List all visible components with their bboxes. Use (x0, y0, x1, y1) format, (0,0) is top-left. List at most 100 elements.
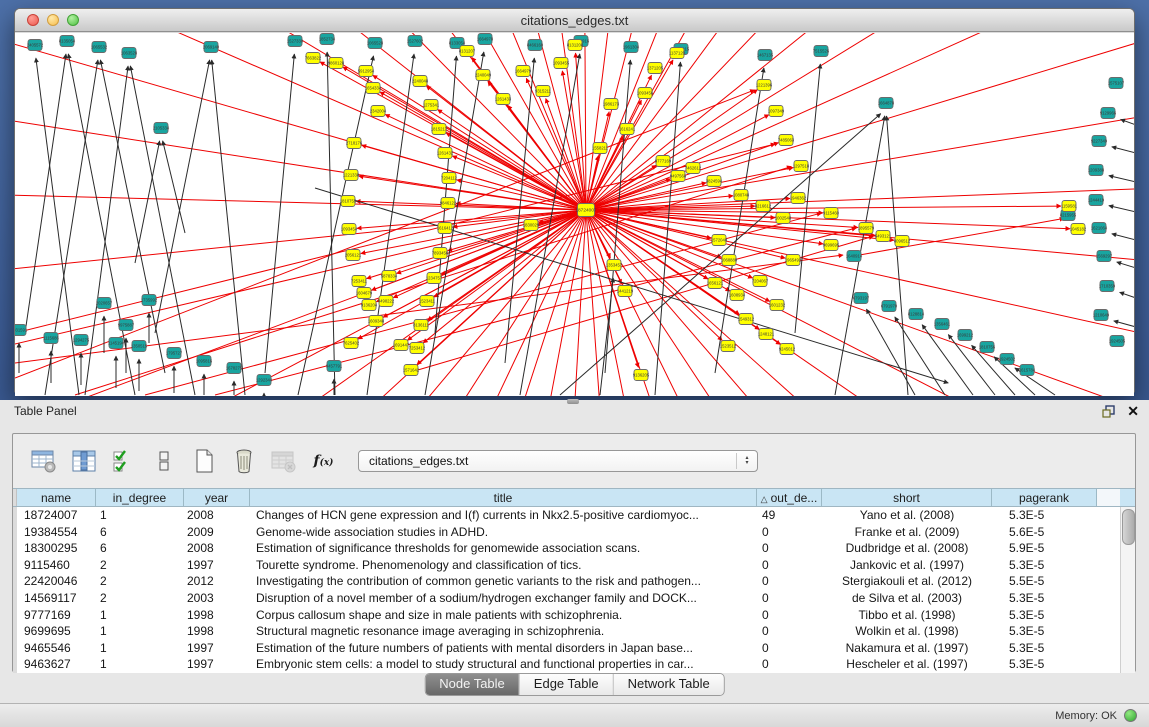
cell-in-degree[interactable]: 6 (96, 540, 184, 557)
column-header-out-de-[interactable]: △out_de... (757, 489, 822, 506)
table-vertical-scrollbar[interactable] (1120, 507, 1135, 673)
cell-in-degree[interactable]: 1 (96, 640, 184, 657)
cell-year[interactable]: 2012 (184, 573, 250, 590)
minimize-window-button[interactable] (47, 14, 59, 26)
cell-pagerank[interactable]: 5.3E-5 (992, 607, 1097, 624)
cell-year[interactable]: 1998 (184, 623, 250, 640)
cell-year[interactable]: 2008 (184, 507, 250, 524)
cell-name[interactable]: 9777169 (17, 607, 96, 624)
cell-title[interactable]: Tourette syndrome. Phenomenology and cla… (250, 557, 757, 574)
panel-resize-handle[interactable] (567, 399, 579, 404)
select-rows-icon[interactable] (110, 448, 137, 475)
cell-pagerank[interactable]: 5.5E-5 (992, 573, 1097, 590)
cell-short[interactable]: Jankovic et al. (1997) (822, 557, 992, 574)
dropdown-stepper-icon[interactable]: ▴▾ (736, 453, 753, 469)
cell-in-degree[interactable]: 2 (96, 557, 184, 574)
delete-entries-icon[interactable] (230, 448, 257, 475)
cell-short[interactable]: de Silva et al. (2003) (822, 590, 992, 607)
cell-out-de-[interactable]: 0 (757, 640, 822, 657)
cell-name[interactable]: 9465546 (17, 640, 96, 657)
cell-out-de-[interactable]: 0 (757, 607, 822, 624)
cell-pagerank[interactable]: 5.6E-5 (992, 524, 1097, 541)
cell-name[interactable]: 18300295 (17, 540, 96, 557)
column-header-year[interactable]: year (184, 489, 250, 506)
table-settings-icon[interactable] (30, 448, 57, 475)
cell-short[interactable]: Tibbo et al. (1998) (822, 607, 992, 624)
tab-node-table[interactable]: Node Table (425, 674, 519, 695)
cell-short[interactable]: Yano et al. (2008) (822, 507, 992, 524)
cell-title[interactable]: Genome-wide association studies in ADHD. (250, 524, 757, 541)
new-table-icon[interactable] (190, 448, 217, 475)
cell-name[interactable]: 19384554 (17, 524, 96, 541)
zoom-window-button[interactable] (67, 14, 79, 26)
cell-pagerank[interactable]: 5.3E-5 (992, 590, 1097, 607)
column-header-pagerank[interactable]: pagerank (992, 489, 1097, 506)
cell-short[interactable]: Franke et al. (2009) (822, 524, 992, 541)
table-row[interactable]: 1456911722003Disruption of a novel membe… (13, 590, 1135, 607)
cell-in-degree[interactable]: 2 (96, 590, 184, 607)
scrollbar-thumb[interactable] (1122, 509, 1135, 545)
cell-title[interactable]: Corpus callosum shape and size in male p… (250, 607, 757, 624)
cell-out-de-[interactable]: 49 (757, 507, 822, 524)
cell-out-de-[interactable]: 0 (757, 656, 822, 673)
function-builder-icon[interactable]: f(x) (310, 448, 337, 475)
column-header-in-degree[interactable]: in_degree (96, 489, 184, 506)
cell-short[interactable]: Hescheler et al. (1997) (822, 656, 992, 673)
table-row[interactable]: 1938455462009Genome-wide association stu… (13, 524, 1135, 541)
cell-out-de-[interactable]: 0 (757, 557, 822, 574)
cell-year[interactable]: 1997 (184, 656, 250, 673)
column-header-title[interactable]: title (250, 489, 757, 506)
cell-in-degree[interactable]: 1 (96, 656, 184, 673)
cell-in-degree[interactable]: 1 (96, 507, 184, 524)
table-selector-dropdown[interactable]: citations_edges.txt▴▾ (358, 450, 758, 472)
table-row[interactable]: 969969511998Structural magnetic resonanc… (13, 623, 1135, 640)
stacked-rows-icon[interactable] (150, 448, 177, 475)
cell-title[interactable]: Embryonic stem cells: a model to study s… (250, 656, 757, 673)
network-canvas[interactable]: 2405572813505410655321063528206914015273… (15, 32, 1134, 396)
column-header-short[interactable]: short (822, 489, 992, 506)
table-row[interactable]: 1830029562008Estimation of significance … (13, 540, 1135, 557)
cell-pagerank[interactable]: 5.3E-5 (992, 623, 1097, 640)
cell-name[interactable]: 14569117 (17, 590, 96, 607)
cell-name[interactable]: 9699695 (17, 623, 96, 640)
cell-in-degree[interactable]: 1 (96, 623, 184, 640)
cell-title[interactable]: Estimation of significance thresholds fo… (250, 540, 757, 557)
column-header-name[interactable]: name (17, 489, 96, 506)
show-columns-icon[interactable] (70, 448, 97, 475)
cell-title[interactable]: Changes of HCN gene expression and I(f) … (250, 507, 757, 524)
cell-short[interactable]: Dudbridge et al. (2008) (822, 540, 992, 557)
cell-in-degree[interactable]: 1 (96, 607, 184, 624)
cell-pagerank[interactable]: 5.3E-5 (992, 656, 1097, 673)
delete-table-icon[interactable] (270, 448, 297, 475)
cell-out-de-[interactable]: 0 (757, 590, 822, 607)
cell-title[interactable]: Estimation of the future numbers of pati… (250, 640, 757, 657)
cell-year[interactable]: 1997 (184, 557, 250, 574)
cell-year[interactable]: 1997 (184, 640, 250, 657)
cell-year[interactable]: 2009 (184, 524, 250, 541)
cell-pagerank[interactable]: 5.3E-5 (992, 507, 1097, 524)
cell-short[interactable]: Stergiakouli et al. (2012) (822, 573, 992, 590)
cell-pagerank[interactable]: 5.3E-5 (992, 640, 1097, 657)
table-row[interactable]: 946362711997Embryonic stem cells: a mode… (13, 656, 1135, 673)
table-row[interactable]: 977716911998Corpus callosum shape and si… (13, 607, 1135, 624)
cell-pagerank[interactable]: 5.3E-5 (992, 557, 1097, 574)
table-row[interactable]: 1872400712008Changes of HCN gene express… (13, 507, 1135, 524)
close-panel-icon[interactable]: ✕ (1127, 404, 1139, 418)
cell-name[interactable]: 18724007 (17, 507, 96, 524)
table-row[interactable]: 946554611997Estimation of the future num… (13, 640, 1135, 657)
table-row[interactable]: 911546021997Tourette syndrome. Phenomeno… (13, 557, 1135, 574)
cell-in-degree[interactable]: 6 (96, 524, 184, 541)
tab-network-table[interactable]: Network Table (613, 674, 724, 695)
cell-out-de-[interactable]: 0 (757, 540, 822, 557)
cell-title[interactable]: Investigating the contribution of common… (250, 573, 757, 590)
cell-name[interactable]: 9115460 (17, 557, 96, 574)
tab-edge-table[interactable]: Edge Table (519, 674, 613, 695)
table-row[interactable]: 2242004622012Investigating the contribut… (13, 573, 1135, 590)
cell-pagerank[interactable]: 5.9E-5 (992, 540, 1097, 557)
cell-year[interactable]: 2003 (184, 590, 250, 607)
cell-year[interactable]: 1998 (184, 607, 250, 624)
float-panel-icon[interactable] (1102, 405, 1115, 418)
cell-title[interactable]: Disruption of a novel member of a sodium… (250, 590, 757, 607)
cell-in-degree[interactable]: 2 (96, 573, 184, 590)
cell-out-de-[interactable]: 0 (757, 623, 822, 640)
